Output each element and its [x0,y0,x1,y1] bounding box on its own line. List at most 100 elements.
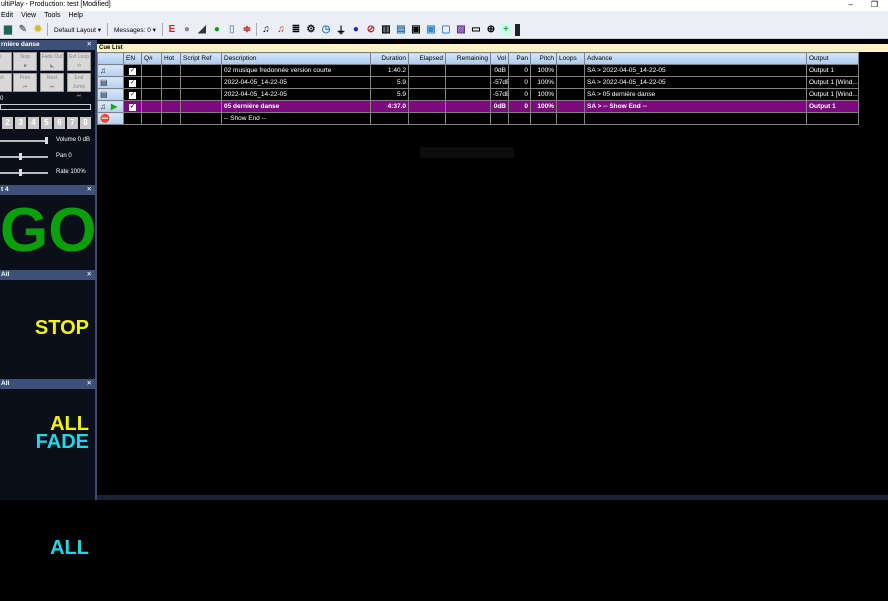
layout-dropdown[interactable]: Default Layout ▾ [51,26,104,34]
cell-advance[interactable]: SA > 2022-04-05_14-22-05 [584,76,807,89]
enabled-checkbox[interactable]: ✓ [129,91,136,99]
monitor-icon[interactable]: ▣ [410,24,422,36]
cell-desc[interactable]: -- Show End -- [221,112,371,125]
stop-button[interactable]: Stop ■ [13,52,37,71]
column-header[interactable]: Pitch [530,52,557,65]
cell-empty[interactable] [445,100,491,113]
cell-empty[interactable] [161,76,181,89]
cell-vol[interactable]: -57dB [490,76,509,89]
cell-empty[interactable] [445,76,491,89]
cell-en[interactable]: ✓ [123,100,142,113]
progress-bar[interactable] [0,104,91,110]
cell-empty[interactable] [180,100,222,113]
play-button[interactable]: e [0,52,12,71]
cell-empty[interactable] [161,100,181,113]
cell-empty[interactable] [445,88,491,101]
cell-empty[interactable] [141,100,162,113]
add-icon[interactable]: + [499,23,512,36]
cell-desc[interactable]: 2022-04-05_14-22-05 [221,88,371,101]
audio-cue-icon[interactable]: ♫ [260,24,272,36]
column-header[interactable]: Hot [161,52,181,65]
cell-advance[interactable]: SA > -- Show End -- [584,100,807,113]
hotkey-3[interactable]: 3 [15,117,26,129]
cell-empty[interactable] [161,64,181,77]
screen-icon[interactable]: ▢ [440,24,452,36]
cell-en[interactable] [123,112,142,125]
fade-icon[interactable]: ◢ [196,24,208,36]
close-icon[interactable]: ✕ [87,40,92,50]
go-icon[interactable]: ● [211,24,223,36]
enabled-checkbox[interactable]: ✓ [129,79,136,87]
playlist-icon[interactable]: ≣ [290,24,302,36]
timer-icon[interactable]: ◷ [320,24,332,36]
cell-icon[interactable]: ♫ [97,64,124,77]
cell-empty[interactable] [141,112,162,125]
stop-cue-icon[interactable]: ⊘ [365,24,377,36]
dmx-icon[interactable]: ● [350,24,362,36]
table-row[interactable]: ▤ ✓ 2022-04-05_14-22-055.9 -57dB0100% SA > 2… [97,76,859,89]
end-jump-button[interactable]: End Jump ⏭ [67,73,91,99]
column-header[interactable]: Loops [556,52,585,65]
cell-empty[interactable] [556,64,585,77]
menu-help[interactable]: Help [68,12,82,19]
table-row[interactable]: ▤ ✓ 2022-04-05_14-22-055.9 -57dB0100% SA > 0… [97,88,859,101]
column-header[interactable]: Duration [370,52,409,65]
column-header[interactable] [97,52,124,65]
go-button[interactable]: GO [0,195,96,267]
fade-out-button[interactable]: Fade Out ◣ [40,52,64,71]
ext-loop-button[interactable]: Ext Loop ⟲ [67,52,91,71]
column-header[interactable]: Vol [490,52,509,65]
cell-output[interactable]: Output 1 [806,100,859,113]
cell-pan[interactable]: 0 [508,100,531,113]
cell-empty[interactable] [408,64,446,77]
cell-empty[interactable] [180,76,222,89]
table-row[interactable]: ♫ ✓ 02 musique fredonnée version courte 1:4… [97,64,859,77]
cell-empty[interactable] [408,112,446,125]
cell-pitch[interactable]: 100% [530,88,557,101]
prev-button[interactable]: Prev ⏮ [13,73,37,92]
messages-dropdown[interactable]: Messages: 0 ▾ [111,26,159,34]
enabled-checkbox[interactable]: ✓ [129,103,136,111]
column-header[interactable]: Q# [141,52,162,65]
cell-empty[interactable] [445,112,491,125]
image-cue-icon[interactable]: ▣ [425,24,437,36]
cell-empty[interactable] [141,88,162,101]
hotkey-5[interactable]: 5 [41,117,52,129]
column-header[interactable]: Pan [508,52,531,65]
stop-all-button[interactable]: STOP ALL [0,280,95,435]
enabled-checkbox[interactable]: ✓ [129,67,136,75]
cell-duration[interactable] [370,112,409,125]
cell-empty[interactable] [556,88,585,101]
control-icon[interactable]: ⚙ [305,24,317,36]
cell-icon[interactable]: ⛔ [97,112,124,125]
cell-vol[interactable]: 0dB [490,64,509,77]
minimize-button[interactable]: – [848,0,852,9]
cell-pitch[interactable]: 100% [530,100,557,113]
settings-icon[interactable]: ✹ [32,24,44,36]
cell-en[interactable]: ✓ [123,64,142,77]
globe-icon[interactable]: ⊕ [485,24,497,36]
cell-empty[interactable] [445,64,491,77]
close-icon[interactable]: ✕ [87,185,92,195]
column-header[interactable]: Elapsed [408,52,446,65]
cell-pitch[interactable] [530,112,557,125]
cell-icon[interactable]: ♫ ▶ [97,100,124,113]
cell-empty[interactable] [180,112,222,125]
cell-advance[interactable] [584,112,807,125]
table-row[interactable]: ⛔ -- Show End -- [97,112,859,125]
panel-icon[interactable]: ▯ [226,24,238,36]
rate-slider[interactable] [0,169,48,176]
cell-empty[interactable] [556,76,585,89]
cell-empty[interactable] [408,100,446,113]
cell-empty[interactable] [141,64,162,77]
cell-duration[interactable]: 4:37.0 [370,100,409,113]
cell-duration[interactable]: 1:40.2 [370,64,409,77]
video-icon[interactable]: ▤ [395,24,407,36]
cell-duration[interactable]: 5.9 [370,76,409,89]
column-header[interactable]: EN [123,52,142,65]
save-icon[interactable]: ▆ [2,24,14,36]
rate-knob[interactable] [19,169,22,176]
piano-icon[interactable]: ▥ [380,24,392,36]
restore-button[interactable]: ❐ [871,0,878,9]
menu-tools[interactable]: Tools [44,12,60,19]
